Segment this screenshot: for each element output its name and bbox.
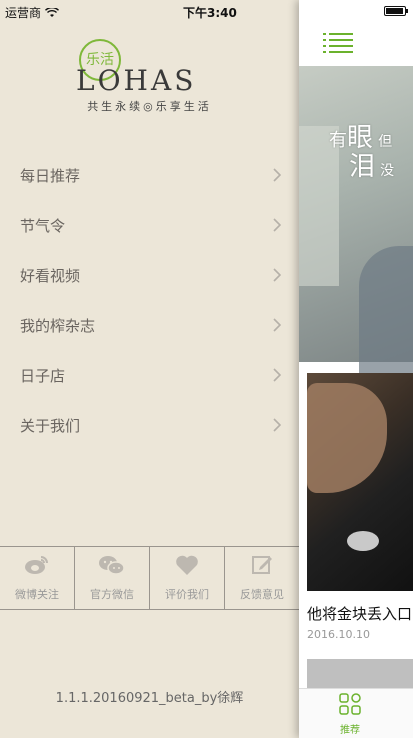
chevron-right-icon bbox=[273, 418, 281, 432]
carrier-info: 运营商 bbox=[5, 4, 59, 21]
heart-icon bbox=[175, 554, 199, 580]
next-article-card[interactable] bbox=[307, 659, 413, 689]
feedback-button[interactable]: 反馈意见 bbox=[225, 547, 299, 609]
tab-label: 推荐 bbox=[340, 725, 360, 736]
footer-label: 官方微信 bbox=[90, 588, 134, 601]
version-text: 1.1.1.20160921_beta_by徐辉 bbox=[55, 691, 244, 706]
chevron-right-icon bbox=[273, 318, 281, 332]
hero-banner[interactable]: 有眼 但 泪 没 bbox=[299, 66, 413, 376]
weibo-icon bbox=[24, 554, 50, 580]
article-card-image[interactable] bbox=[307, 373, 413, 591]
footer-label: 反馈意见 bbox=[240, 588, 284, 601]
weibo-follow-button[interactable]: 微博关注 bbox=[0, 547, 75, 609]
logo-text: LOHAS bbox=[76, 64, 196, 97]
status-bar: 运营商 下午3:40 bbox=[0, 0, 413, 22]
hamburger-menu-icon[interactable] bbox=[323, 32, 353, 58]
menu-item-label: 关于我们 bbox=[20, 416, 81, 435]
hero-title-char: 没 bbox=[380, 162, 395, 179]
card-image-shape bbox=[347, 531, 379, 551]
chevron-right-icon bbox=[273, 268, 281, 282]
tab-recommend[interactable]: 推荐 bbox=[335, 693, 365, 736]
footer-label: 评价我们 bbox=[165, 588, 209, 601]
menu-item-solar-term[interactable]: 节气令 bbox=[0, 200, 299, 250]
wechat-icon bbox=[98, 554, 126, 580]
menu-item-label: 每日推荐 bbox=[20, 166, 81, 185]
chevron-right-icon bbox=[273, 168, 281, 182]
article-card-date: 2016.10.10 bbox=[307, 628, 370, 641]
menu-item-shop[interactable]: 日子店 bbox=[0, 350, 299, 400]
footer-label: 微博关注 bbox=[15, 588, 59, 601]
menu-item-label: 我的榨杂志 bbox=[20, 316, 96, 335]
wechat-official-button[interactable]: 官方微信 bbox=[75, 547, 150, 609]
menu-item-label: 节气令 bbox=[20, 216, 66, 235]
hero-title-char: 有 bbox=[329, 130, 347, 151]
status-time: 下午3:40 bbox=[183, 6, 237, 20]
grid-icon bbox=[339, 693, 361, 719]
hero-title-char: 但 bbox=[378, 134, 393, 150]
rate-us-button[interactable]: 评价我们 bbox=[150, 547, 225, 609]
article-card-title[interactable]: 他将金块丢入口 bbox=[307, 603, 412, 624]
slogan: 共生永续◎乐享生活 bbox=[87, 100, 212, 113]
menu-item-my-magazine[interactable]: 我的榨杂志 bbox=[0, 300, 299, 350]
chevron-right-icon bbox=[273, 368, 281, 382]
menu-item-daily-recommend[interactable]: 每日推荐 bbox=[0, 150, 299, 200]
edit-icon bbox=[251, 554, 273, 580]
chevron-right-icon bbox=[273, 218, 281, 232]
side-menu: 乐活 LOHAS 共生永续◎乐享生活 每日推荐 节气令 好看视频 我的榨杂志 日… bbox=[0, 0, 299, 738]
menu-item-label: 好看视频 bbox=[20, 266, 81, 285]
bottom-tab-bar: 推荐 bbox=[299, 688, 413, 738]
hero-title-char: 泪 bbox=[349, 151, 376, 182]
menu-item-label: 日子店 bbox=[20, 366, 66, 385]
top-nav-bar bbox=[299, 22, 413, 64]
hero-title-char: 眼 bbox=[347, 123, 374, 153]
hero-title: 有眼 但 泪 没 bbox=[329, 124, 394, 181]
wifi-icon bbox=[45, 7, 59, 18]
carrier-name: 运营商 bbox=[5, 6, 42, 20]
menu-list: 每日推荐 节气令 好看视频 我的榨杂志 日子店 关于我们 bbox=[0, 150, 299, 450]
social-footer-bar: 微博关注 官方微信 评价我们 反馈意见 bbox=[0, 546, 299, 610]
menu-item-videos[interactable]: 好看视频 bbox=[0, 250, 299, 300]
battery-icon bbox=[384, 6, 408, 16]
main-content-panel[interactable]: 有眼 但 泪 没 他将金块丢入口 2016.10.10 推荐 bbox=[299, 0, 413, 738]
menu-item-about-us[interactable]: 关于我们 bbox=[0, 400, 299, 450]
card-image-shape bbox=[307, 383, 387, 493]
hero-image-shape bbox=[359, 246, 413, 376]
